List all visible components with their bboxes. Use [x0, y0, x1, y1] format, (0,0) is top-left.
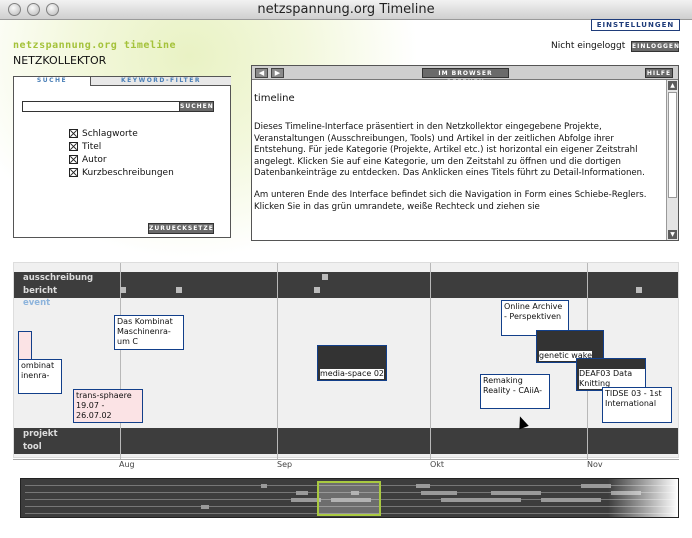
category-label-event[interactable]: event [23, 298, 50, 308]
month-label: Nov [587, 460, 603, 469]
checkbox-row-title[interactable]: Titel [69, 142, 101, 154]
event-box[interactable]: TIDSE 03 - 1st International [602, 387, 672, 423]
event-box[interactable]: Das Kombinat Maschinenra-um C [114, 315, 184, 350]
forward-button[interactable]: ▶ [271, 68, 284, 78]
event-box-with-image[interactable]: media-space 02 [317, 345, 387, 381]
checkbox-checked-icon[interactable] [69, 129, 78, 138]
event-box-label: DEAF03 Data Knitting [579, 369, 645, 389]
chevron-left-icon: ◀ [258, 69, 265, 77]
navigator-marker [581, 484, 611, 488]
event-box[interactable]: trans-sphaere 19.07 - 26.07.02 [73, 389, 143, 423]
checkbox-label: Autor [82, 155, 107, 165]
checkbox-label: Titel [82, 142, 102, 152]
reset-button[interactable]: ZURUECKSETZEN [148, 223, 219, 234]
tab-search[interactable]: SUCHE [14, 77, 90, 86]
month-label: Sep [277, 460, 293, 469]
scroll-up-icon[interactable]: ▲ [668, 81, 677, 90]
app-subtitle: NETZKOLLEKTOR [13, 54, 107, 67]
description-paragraph: Dieses Timeline-Interface präsentiert in… [254, 122, 645, 179]
category-label-tool[interactable]: tool [23, 442, 42, 452]
bericht-marker[interactable] [636, 287, 642, 293]
navigator-marker [201, 505, 209, 509]
navigator-marker [261, 484, 267, 488]
category-band-tool[interactable] [14, 441, 678, 454]
category-label-projekt[interactable]: projekt [23, 429, 58, 439]
app-title: netzspannung.org timeline [13, 40, 177, 51]
bericht-marker[interactable] [314, 287, 320, 293]
navigator-marker [416, 484, 430, 488]
window-titlebar: netzspannung.org Timeline [0, 0, 692, 20]
scroll-down-icon[interactable]: ▼ [668, 230, 677, 239]
description-paragraph: Am unteren Ende des Interface befindet s… [254, 190, 647, 212]
category-band-bericht[interactable] [14, 285, 678, 298]
checkbox-row-keywords[interactable]: Schlagworte [69, 129, 138, 141]
category-band-projekt[interactable] [14, 428, 678, 441]
navigator-marker [491, 491, 541, 495]
event-box[interactable]: ombinat inenra- [18, 359, 62, 394]
window-title: netzspannung.org Timeline [257, 2, 435, 17]
description-toolbar: ◀ ▶ IM BROWSER OEFFNEN HILFE [252, 66, 678, 86]
navigator-marker [296, 491, 308, 495]
bericht-marker[interactable] [176, 287, 182, 293]
month-gridline [430, 263, 431, 459]
navigator-fade [608, 479, 678, 517]
checkbox-row-short-descriptions[interactable]: Kurzbeschreibungen [69, 168, 174, 180]
event-box[interactable]: Remaking Reality - CAiiA- [480, 374, 550, 409]
search-panel: SUCHE KEYWORD-FILTER SUCHEN Schlagworte … [13, 76, 231, 238]
month-label: Okt [430, 460, 445, 469]
bericht-marker[interactable] [120, 287, 126, 293]
help-button[interactable]: HILFE [645, 68, 673, 78]
settings-button[interactable]: EINSTELLUNGEN [591, 19, 680, 31]
scroll-thumb[interactable] [668, 92, 677, 198]
month-label: Aug [119, 460, 135, 469]
checkbox-checked-icon[interactable] [69, 168, 78, 177]
event-box-label: media-space 02 [320, 369, 384, 379]
timeline-navigator[interactable] [20, 478, 679, 518]
category-label-bericht[interactable]: bericht [23, 286, 57, 296]
description-scrollbar[interactable]: ▲ ▼ [666, 80, 678, 240]
navigator-marker [541, 498, 601, 502]
tab-keyword-filter[interactable]: KEYWORD-FILTER [90, 77, 231, 86]
checkbox-checked-icon[interactable] [69, 142, 78, 151]
checkbox-row-author[interactable]: Autor [69, 155, 107, 167]
event-thumbnail[interactable] [18, 331, 32, 360]
category-label-ausschreibung[interactable]: ausschreibung [23, 273, 93, 283]
search-button[interactable]: SUCHEN [179, 101, 214, 112]
checkbox-checked-icon[interactable] [69, 155, 78, 164]
search-input[interactable] [22, 101, 182, 112]
chevron-right-icon: ▶ [274, 69, 281, 77]
navigator-marker [421, 491, 457, 495]
navigator-marker [441, 498, 521, 502]
category-band-ausschreibung[interactable] [14, 272, 678, 285]
checkbox-label: Kurzbeschreibungen [82, 168, 174, 178]
timeline-canvas[interactable]: ausschreibung bericht event projekt tool… [13, 262, 679, 459]
month-gridline [277, 263, 278, 459]
open-in-browser-button[interactable]: IM BROWSER OEFFNEN [422, 68, 509, 86]
description-heading: timeline [254, 93, 295, 104]
ausschreibung-marker[interactable] [322, 274, 328, 280]
timeline-axis [13, 458, 679, 460]
navigator-slider-window[interactable] [317, 481, 381, 516]
back-button[interactable]: ◀ [255, 68, 268, 78]
description-panel: ◀ ▶ IM BROWSER OEFFNEN HILFE timeline Di… [251, 65, 679, 241]
description-text: timeline Dieses Timeline-Interface präse… [254, 93, 662, 241]
login-status: Nicht eingeloggt [551, 41, 626, 51]
login-button[interactable]: EINLOGGEN [631, 41, 679, 52]
checkbox-label: Schlagworte [82, 129, 138, 139]
